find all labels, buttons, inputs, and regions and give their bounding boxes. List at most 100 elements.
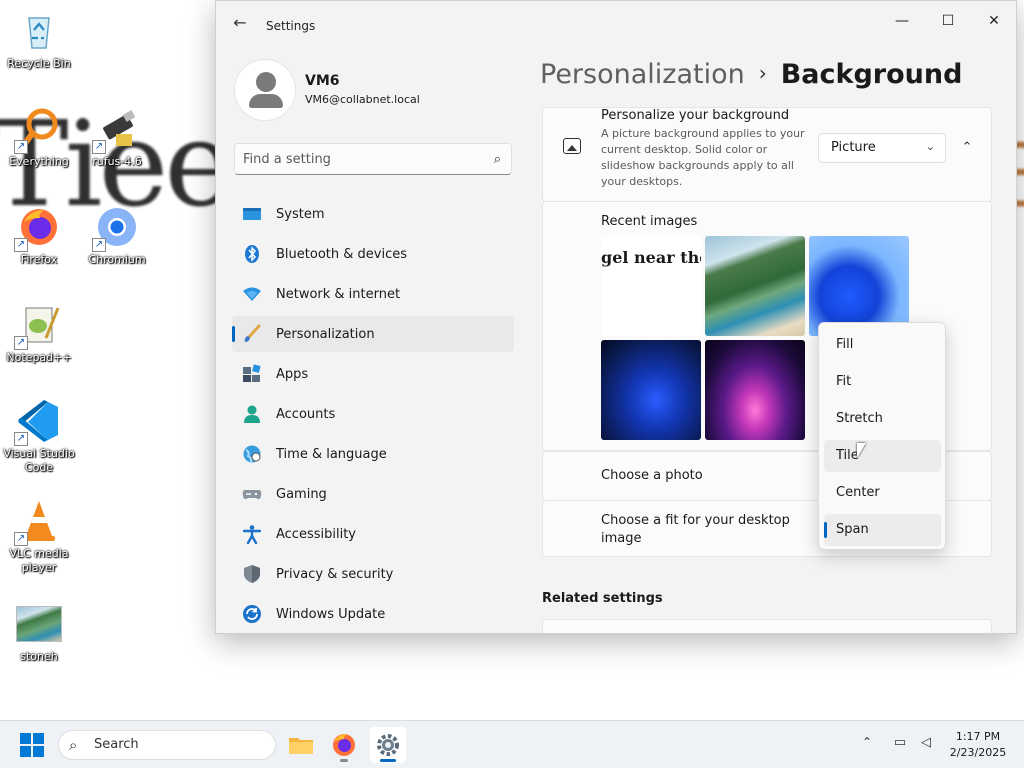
avatar[interactable] [234, 59, 296, 121]
desktop-icon-label: rufus-4.6 [92, 155, 142, 168]
search-input[interactable] [243, 149, 479, 169]
start-button[interactable] [20, 733, 44, 757]
desktop-icon-vlc[interactable]: ↗ VLC media player [0, 498, 78, 575]
update-icon [242, 604, 262, 624]
recent-image-thumbnail[interactable] [705, 236, 805, 336]
chromium-icon: ↗ [92, 204, 140, 252]
sidebar-item-label: Bluetooth & devices [276, 246, 407, 262]
personalize-background-card[interactable]: Personalize your background A picture ba… [542, 107, 992, 202]
image-file-icon [16, 606, 62, 642]
sidebar-nav: System Bluetooth & devices Network & int… [232, 196, 514, 633]
desktop-icon-vscode[interactable]: ↗ Visual Studio Code [0, 398, 78, 475]
everything-icon: ↗ [14, 106, 62, 154]
bluetooth-icon [242, 244, 262, 264]
sidebar-item-windows-update[interactable]: Windows Update [232, 596, 514, 632]
usb-drive-icon: ↗ [92, 106, 140, 154]
fit-option-span[interactable]: Span [824, 514, 941, 546]
shortcut-arrow-icon: ↗ [14, 532, 28, 546]
shortcut-arrow-icon: ↗ [14, 336, 28, 350]
network-status-icon[interactable]: ▭ [891, 735, 909, 753]
settings-search[interactable]: ⌕ [234, 143, 512, 175]
recent-images-label: Recent images [601, 214, 698, 229]
sidebar-item-label: Accessibility [276, 526, 356, 542]
desktop-icon-label: VLC media player [9, 547, 69, 574]
breadcrumb: Personalization › Background [540, 59, 962, 90]
recent-image-thumbnail[interactable] [601, 340, 701, 440]
chevron-up-icon[interactable]: ⌃ [955, 136, 979, 160]
desktop-icon-label: Visual Studio Code [3, 447, 75, 474]
fit-option-stretch[interactable]: Stretch [824, 403, 941, 435]
sidebar-item-network[interactable]: Network & internet [232, 276, 514, 312]
recent-image-thumbnail[interactable] [705, 340, 805, 440]
gear-icon [377, 734, 399, 756]
sidebar-item-system[interactable]: System [232, 196, 514, 232]
choose-fit-label: Choose a fit for your desktop image [601, 513, 790, 546]
desktop-icon-recycle-bin[interactable]: Recycle Bin [0, 8, 78, 71]
desktop-icon-everything[interactable]: ↗ Everything [0, 106, 78, 169]
taskbar-firefox[interactable] [326, 727, 362, 763]
desktop-icon-chromium[interactable]: ↗ Chromium [78, 204, 156, 267]
fit-option-fit[interactable]: Fit [824, 366, 941, 398]
title-bar: ← Settings — ☐ ✕ [216, 1, 1016, 41]
fit-option-fill[interactable]: Fill [824, 329, 941, 361]
desktop-icon-firefox[interactable]: ↗ Firefox [0, 204, 78, 267]
recycle-bin-icon [16, 8, 62, 54]
desktop-icon-label: Firefox [20, 253, 58, 266]
network-icon [242, 284, 262, 304]
desktop-icon-rufus[interactable]: ↗ rufus-4.6 [78, 106, 156, 169]
globe-icon [242, 444, 262, 464]
recent-image-thumbnail[interactable]: gel near the N [601, 236, 701, 336]
sidebar-item-bluetooth[interactable]: Bluetooth & devices [232, 236, 514, 272]
sidebar-item-label: System [276, 206, 325, 222]
desktop-icon-stoneh[interactable]: stoneh [0, 604, 78, 664]
picture-icon [563, 138, 581, 154]
desktop-icon-label: Recycle Bin [7, 57, 71, 70]
folder-icon [289, 738, 313, 754]
shortcut-arrow-icon: ↗ [92, 140, 106, 154]
running-indicator [340, 759, 348, 762]
chevron-up-icon[interactable]: ⌃ [862, 735, 872, 749]
taskbar-file-explorer[interactable] [283, 727, 319, 763]
maximize-button[interactable]: ☐ [925, 7, 971, 35]
minimize-button[interactable]: — [879, 7, 925, 35]
desktop-icon-label: Everything [9, 155, 69, 168]
sidebar-item-time-language[interactable]: Time & language [232, 436, 514, 472]
breadcrumb-parent[interactable]: Personalization [540, 59, 745, 90]
taskbar-search[interactable]: ⌕ Search [58, 730, 276, 760]
sidebar-item-label: Privacy & security [276, 566, 394, 582]
notepad-plus-plus-icon: ↗ [14, 302, 62, 350]
fit-option-center[interactable]: Center [824, 477, 941, 509]
sidebar-item-accessibility[interactable]: Accessibility [232, 516, 514, 552]
clock-date: 2/23/2025 [949, 746, 1007, 759]
clock-time: 1:17 PM [955, 730, 1001, 743]
thumbnail-text: gel near the N [601, 248, 701, 267]
desktop-icon-label: Notepad++ [6, 351, 72, 364]
sidebar-item-gaming[interactable]: Gaming [232, 476, 514, 512]
system-clock[interactable]: 1:17 PM 2/23/2025 [946, 729, 1010, 761]
sidebar-item-personalization[interactable]: Personalization [232, 316, 514, 352]
sidebar-item-accounts[interactable]: Accounts [232, 396, 514, 432]
running-indicator [380, 759, 396, 762]
brush-icon [242, 324, 262, 344]
fit-option-tile[interactable]: Tile [824, 440, 941, 472]
sidebar-item-privacy-security[interactable]: Privacy & security [232, 556, 514, 592]
taskbar-settings[interactable] [370, 727, 406, 763]
shortcut-arrow-icon: ↗ [14, 140, 28, 154]
recent-image-thumbnail[interactable] [809, 236, 909, 336]
sidebar-item-label: Network & internet [276, 286, 401, 302]
close-button[interactable]: ✕ [971, 7, 1016, 35]
volume-muted-icon[interactable]: ◁ [917, 735, 935, 753]
back-arrow-icon[interactable]: ← [230, 13, 250, 33]
desktop-icon-notepad-plus-plus[interactable]: ↗ Notepad++ [0, 302, 78, 365]
search-icon[interactable]: ⌕ [494, 152, 501, 167]
firefox-icon [333, 734, 355, 756]
card-title: Personalize your background [601, 108, 790, 123]
related-settings-card[interactable] [542, 619, 992, 633]
breadcrumb-separator: › [758, 61, 767, 85]
sidebar-item-label: Windows Update [276, 606, 386, 622]
background-type-dropdown[interactable]: Picture ⌄ [818, 133, 946, 163]
shortcut-arrow-icon: ↗ [92, 238, 106, 252]
sidebar-item-apps[interactable]: Apps [232, 356, 514, 392]
vlc-icon: ↗ [14, 498, 62, 546]
desktop-icon-label: stoneh [20, 650, 58, 663]
